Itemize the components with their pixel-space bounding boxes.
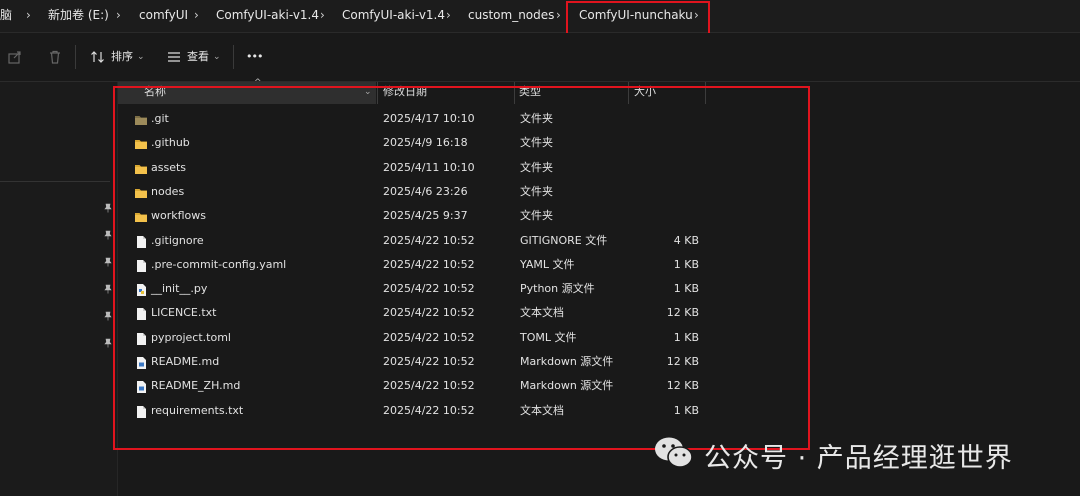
share-icon[interactable] [7,49,23,68]
watermark: 公众号 · 产品经理逛世界 [652,432,1012,474]
pin-icon[interactable] [103,284,113,294]
chevron-right-icon[interactable]: › [26,0,31,32]
breadcrumb-custom-nodes[interactable]: custom_nodes [468,0,554,32]
chevron-right-icon[interactable]: › [116,0,121,32]
chevron-right-icon[interactable]: › [320,0,325,32]
view-icon [166,49,182,68]
chevron-down-icon[interactable]: ⌄ [213,33,221,81]
delete-icon[interactable] [47,49,63,68]
pin-icon[interactable] [103,257,113,267]
sort-icon [90,49,106,68]
breadcrumb-drive[interactable]: 新加卷 (E:) [48,0,109,32]
breadcrumb-this-pc[interactable]: 脑 [0,0,12,32]
sort-button[interactable]: 排序 [111,33,133,81]
chevron-down-icon[interactable]: ⌄ [137,33,145,81]
chevron-right-icon[interactable]: › [556,0,561,32]
view-button[interactable]: 查看 [187,33,209,81]
breadcrumb-comfyui[interactable]: comfyUI [139,0,188,32]
breadcrumb-aki-2[interactable]: ComfyUI-aki-v1.4 [342,0,445,32]
pin-icon[interactable] [103,338,113,348]
chevron-right-icon[interactable]: › [446,0,451,32]
pin-icon[interactable] [103,203,113,213]
toolbar: 排序 ⌄ 查看 ⌄ ••• [0,33,1080,82]
nav-divider [0,181,110,182]
breadcrumb-aki-1[interactable]: ComfyUI-aki-v1.4 [216,0,319,32]
toolbar-divider [233,45,234,69]
pin-icon[interactable] [103,230,113,240]
address-bar[interactable]: 脑 › 新加卷 (E:) › comfyUI › ComfyUI-aki-v1.… [0,0,1080,33]
chevron-right-icon[interactable]: › [194,0,199,32]
file-list-highlight-box [113,86,810,450]
pin-icon[interactable] [103,311,113,321]
toolbar-divider [75,45,76,69]
watermark-text: 公众号 · 产品经理逛世界 [704,443,1013,474]
wechat-logo-icon [655,437,693,468]
navigation-pane[interactable] [0,82,118,496]
